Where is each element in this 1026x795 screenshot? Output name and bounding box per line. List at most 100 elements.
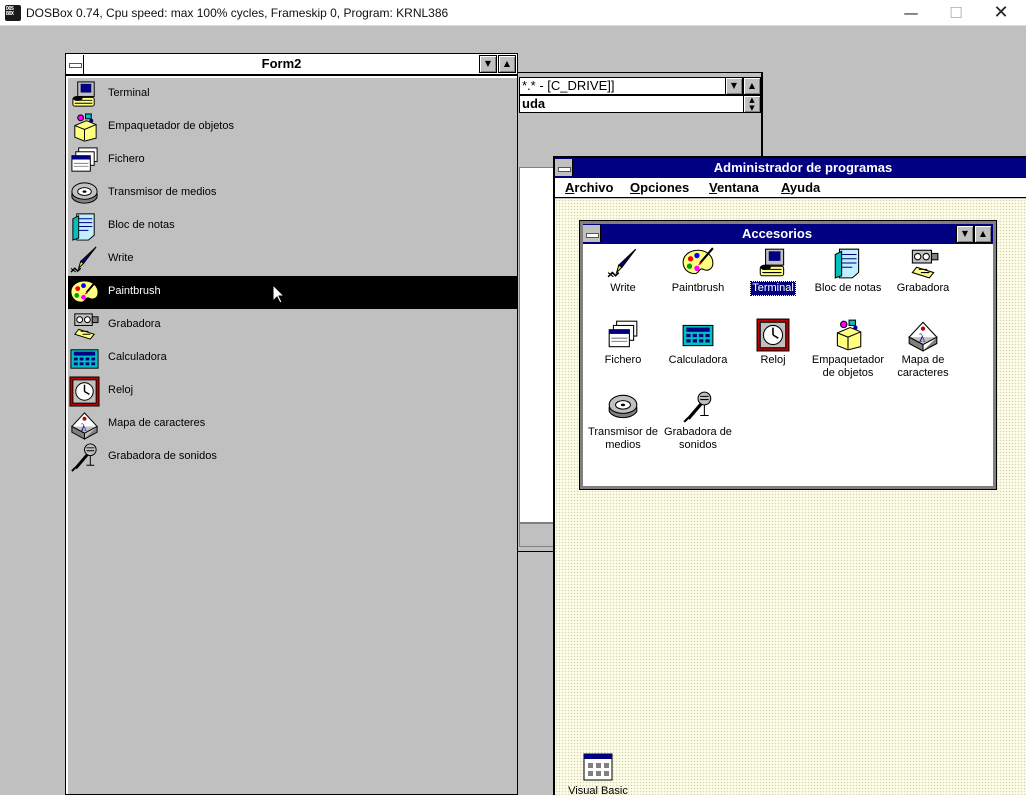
system-menu-button[interactable]: [66, 55, 84, 74]
maximize-button[interactable]: ▲: [974, 225, 992, 243]
terminal-icon: [72, 81, 95, 107]
program-list-item[interactable]: Calculadora: [68, 342, 517, 375]
program-manager-menu-bar: Archivo Opciones Ventana Ayuda: [555, 178, 1026, 198]
menu-rest: pciones: [640, 180, 690, 195]
menu-ayuda[interactable]: Ayuda: [781, 178, 820, 198]
minimize-button[interactable]: ▼: [479, 55, 497, 73]
menu-ventana[interactable]: Ventana: [709, 178, 759, 198]
dosbox-title-bar: DOS BOX DOSBox 0.74, Cpu speed: max 100% …: [0, 0, 1026, 26]
accesorios-title-bar[interactable]: Accesorios ▼ ▲: [583, 224, 993, 244]
program-list-item-label: Grabadora de sonidos: [108, 450, 217, 462]
program-list-item-label: Fichero: [108, 153, 145, 165]
program-item-label: Grabadora de sonidos: [664, 426, 732, 451]
program-list-item-label: Grabadora: [108, 318, 161, 330]
windows-desktop: *.* - [C_DRIVE]] ▼ ▲ uda ▲ ▼ Administrado…: [0, 26, 1026, 795]
file-manager-title[interactable]: *.* - [C_DRIVE]]: [519, 77, 744, 95]
media-player-icon: [71, 182, 98, 204]
program-item-label: Terminal: [750, 281, 796, 296]
minimize-button[interactable]: ▼: [725, 77, 743, 95]
sound-recorder-icon: [683, 391, 712, 423]
program-item-label: Empaquetador de objetos: [811, 354, 885, 379]
program-item[interactable]: Reloj: [733, 318, 813, 367]
program-item-label: Grabadora: [896, 282, 950, 294]
maximize-button[interactable]: ☐: [933, 0, 979, 26]
terminal-icon: [759, 248, 785, 277]
program-item[interactable]: Terminal: [733, 246, 813, 296]
program-item[interactable]: Grabadora de sonidos: [658, 390, 738, 452]
close-button[interactable]: ✕: [978, 0, 1024, 26]
system-menu-button[interactable]: [583, 225, 601, 242]
calculator-icon: [70, 349, 99, 369]
menu-rest: rchivo: [574, 180, 614, 195]
charmap-icon: λ: [907, 321, 939, 352]
notepad-icon: [834, 248, 860, 279]
program-list-item[interactable]: Bloc de notas: [68, 210, 517, 243]
menu-fragment[interactable]: uda: [522, 96, 545, 111]
minimize-button[interactable]: ▼: [956, 225, 974, 243]
svg-text:λ: λ: [81, 422, 87, 433]
program-list: Terminal Empaquetador de objetos Fichero Tr…: [68, 78, 517, 794]
program-list-item[interactable]: Transmisor de medios: [68, 177, 517, 210]
accesorios-group-window[interactable]: Accesorios ▼ ▲ Write Paintbrush Terminal Bl…: [579, 220, 997, 490]
recorder-icon: [73, 313, 99, 340]
menu-accel: A: [781, 180, 790, 195]
file-manager-menu[interactable]: uda: [519, 95, 744, 113]
program-list-item-label: Reloj: [108, 384, 134, 396]
program-item[interactable]: Fichero: [583, 318, 663, 367]
program-item[interactable]: Bloc de notas: [808, 246, 888, 295]
clock-icon: [69, 376, 100, 407]
program-manager-window[interactable]: Administrador de programas Archivo Opcio…: [553, 156, 1026, 795]
program-manager-title-bar[interactable]: Administrador de programas: [555, 158, 1026, 178]
form2-title-bar[interactable]: Form2 ▼ ▲: [66, 54, 517, 76]
program-list-item[interactable]: λ Mapa de caracteres: [68, 408, 517, 441]
write-icon: [70, 246, 97, 273]
maximize-button[interactable]: ▲: [498, 55, 516, 73]
restore-button[interactable]: ▲ ▼: [743, 95, 761, 113]
program-item[interactable]: Grabadora: [883, 246, 963, 295]
visual-basic-group-label: Visual Basic 4.0 (16-bit): [568, 785, 628, 795]
program-item[interactable]: Paintbrush: [658, 246, 738, 295]
program-item[interactable]: Calculadora: [658, 318, 738, 367]
program-item[interactable]: λ Mapa de caracteres: [883, 318, 963, 380]
program-item[interactable]: Transmisor de medios: [583, 390, 663, 452]
accesorios-icon-area: Write Paintbrush Terminal Bloc de notas Grab…: [583, 244, 993, 486]
program-list-item[interactable]: Fichero: [68, 144, 517, 177]
program-list-item[interactable]: Reloj: [68, 375, 517, 408]
media-player-icon: [608, 394, 638, 419]
visual-basic-group[interactable]: Visual Basic 4.0 (16-bit): [558, 753, 638, 795]
clock-icon: [756, 318, 790, 352]
program-manager-workspace: Accesorios ▼ ▲ Write Paintbrush Terminal Bl…: [555, 199, 1026, 795]
menu-archivo[interactable]: Archivo: [565, 178, 613, 198]
system-menu-button[interactable]: [555, 159, 573, 176]
program-item[interactable]: Write: [583, 246, 663, 295]
program-item-label: Paintbrush: [671, 282, 725, 294]
menu-rest: yuda: [789, 180, 821, 195]
form2-window[interactable]: Form2 ▼ ▲ Terminal Empaquetador de objeto…: [65, 53, 518, 795]
dosbox-window-title: DOSBox 0.74, Cpu speed: max 100% cycles,…: [26, 6, 449, 20]
object-packager-icon: [74, 113, 97, 142]
program-list-item-label: Paintbrush: [108, 285, 161, 297]
paintbrush-icon: [682, 247, 714, 275]
maximize-button[interactable]: ▲: [743, 77, 761, 95]
dosbox-logo-icon: DOS BOX: [5, 5, 21, 21]
program-list-item-label: Terminal: [108, 87, 150, 99]
minimize-button[interactable]: —: [888, 0, 934, 26]
menu-accel: V: [709, 180, 717, 195]
program-list-item[interactable]: Write: [68, 243, 517, 276]
program-item[interactable]: Empaquetador de objetos: [808, 318, 888, 380]
program-list-item[interactable]: Grabadora de sonidos: [68, 441, 517, 474]
program-list-item-label: Transmisor de medios: [108, 186, 217, 198]
program-manager-title: Administrador de programas: [713, 160, 893, 175]
cardfile-icon: [608, 320, 638, 348]
object-packager-icon: [836, 319, 862, 351]
program-list-item[interactable]: Terminal: [68, 78, 517, 111]
menu-opciones[interactable]: Opciones: [630, 178, 689, 198]
program-list-item-label: Write: [108, 252, 134, 264]
program-list-item-label: Calculadora: [108, 351, 167, 363]
program-list-item-label: Empaquetador de objetos: [108, 120, 234, 132]
program-list-item[interactable]: Empaquetador de objetos: [68, 111, 517, 144]
program-item-label: Reloj: [760, 354, 786, 366]
program-item-label: Mapa de caracteres: [897, 354, 949, 379]
program-list-item[interactable]: Grabadora: [68, 309, 517, 342]
program-list-item[interactable]: Paintbrush: [68, 276, 517, 309]
